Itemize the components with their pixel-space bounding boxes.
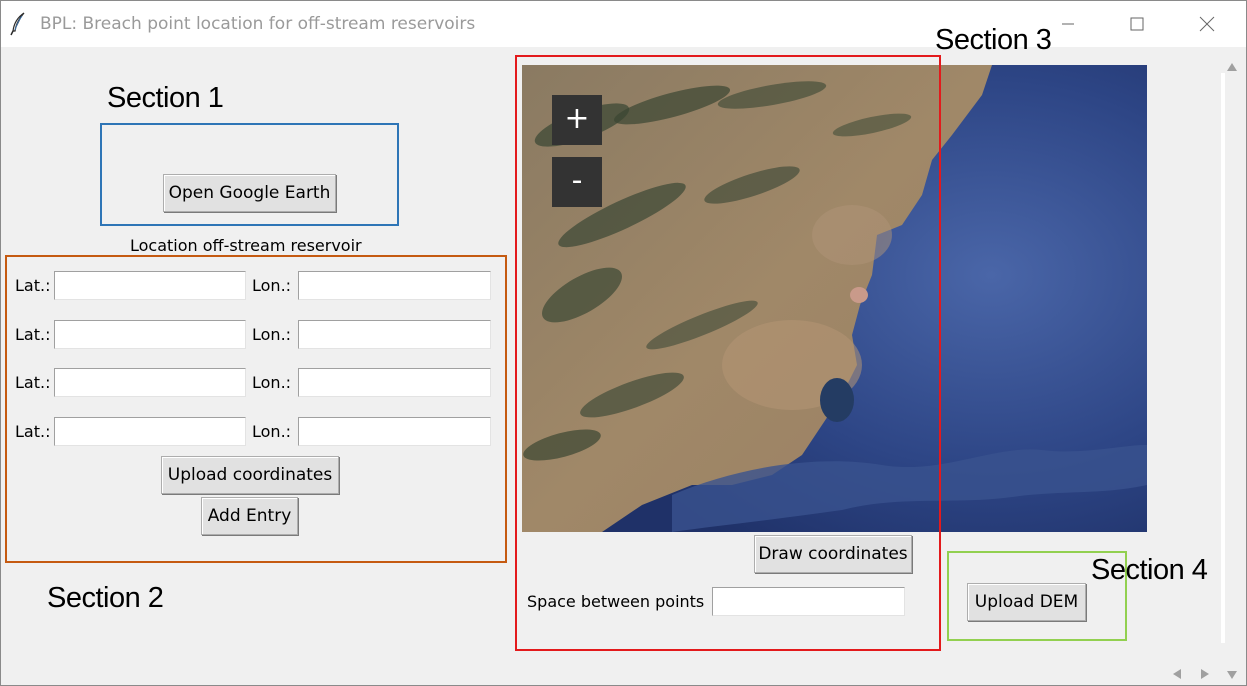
lon-input[interactable] [298, 320, 491, 349]
draw-coordinates-button[interactable]: Draw coordinates [754, 535, 912, 573]
lat-input[interactable] [54, 320, 246, 349]
section-4-label: Section 4 [1091, 554, 1208, 586]
lat-label: Lat.: [15, 325, 51, 344]
space-between-points-input[interactable] [712, 587, 905, 616]
open-google-earth-button[interactable]: Open Google Earth [163, 174, 336, 212]
lat-label: Lat.: [15, 373, 51, 392]
location-heading: Location off-stream reservoir [130, 236, 362, 255]
title-bar[interactable]: BPL: Breach point location for off-strea… [1, 1, 1246, 47]
window-title: BPL: Breach point location for off-strea… [40, 14, 476, 34]
section-3-label: Section 3 [935, 24, 1052, 56]
feather-icon [10, 12, 28, 36]
lon-label: Lon.: [252, 325, 292, 344]
scroll-up-icon[interactable] [1226, 57, 1238, 76]
lon-input[interactable] [298, 368, 491, 397]
scroll-down-icon[interactable] [1226, 665, 1238, 684]
lat-input[interactable] [54, 271, 246, 300]
scroll-left-icon[interactable] [1172, 665, 1182, 684]
lat-label: Lat.: [15, 276, 51, 295]
maximize-button[interactable] [1102, 1, 1172, 47]
upload-coordinates-button[interactable]: Upload coordinates [161, 456, 339, 494]
add-entry-button[interactable]: Add Entry [201, 497, 298, 535]
app-window: BPL: Breach point location for off-strea… [0, 0, 1247, 686]
space-between-points-label: Space between points [527, 592, 705, 611]
scrollbar-track [1221, 73, 1225, 643]
close-button[interactable] [1172, 1, 1242, 47]
section-1-label: Section 1 [107, 82, 224, 114]
vertical-scrollbar[interactable] [1217, 49, 1245, 661]
lon-label: Lon.: [252, 422, 292, 441]
section-2-label: Section 2 [47, 582, 164, 614]
lon-input[interactable] [298, 271, 491, 300]
lat-input[interactable] [54, 417, 246, 446]
lon-input[interactable] [298, 417, 491, 446]
lon-label: Lon.: [252, 276, 292, 295]
lat-label: Lat.: [15, 422, 51, 441]
lon-label: Lon.: [252, 373, 292, 392]
upload-dem-button[interactable]: Upload DEM [967, 583, 1086, 621]
scroll-right-icon[interactable] [1200, 665, 1210, 684]
lat-input[interactable] [54, 368, 246, 397]
